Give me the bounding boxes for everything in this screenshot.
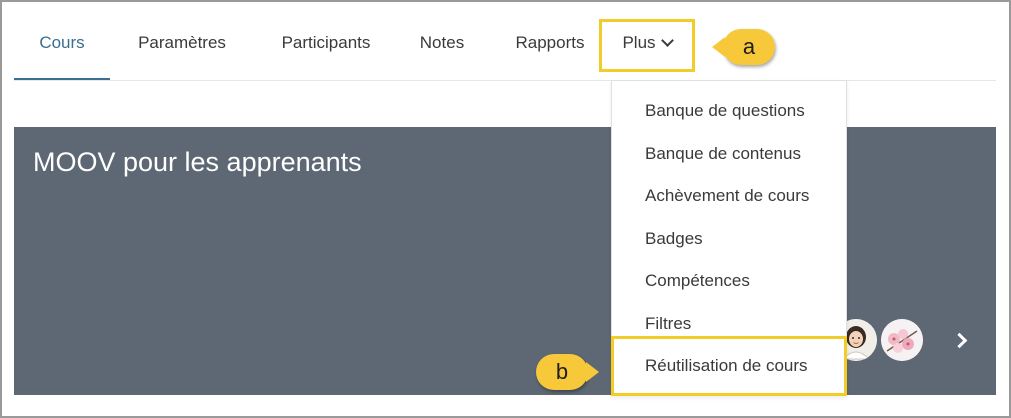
- callout-a: a: [712, 29, 775, 65]
- tab-plus-label: Plus: [622, 33, 656, 52]
- callout-b: b: [536, 354, 599, 390]
- plus-dropdown-menu: Banque de questions Banque de contenus A…: [611, 80, 847, 396]
- menu-item-badges[interactable]: Badges: [645, 228, 703, 250]
- chevron-down-icon: [660, 34, 674, 47]
- avatar[interactable]: [881, 319, 923, 361]
- screenshot-frame: Cours Paramètres Participants Notes Rapp…: [0, 0, 1011, 418]
- tab-notes[interactable]: Notes: [412, 22, 472, 80]
- chevron-right-icon[interactable]: [951, 330, 971, 350]
- menu-item-reutilisation-de-cours[interactable]: Réutilisation de cours: [645, 355, 808, 377]
- menu-item-achevement-de-cours[interactable]: Achèvement de cours: [645, 185, 809, 207]
- tab-participants[interactable]: Participants: [268, 22, 384, 80]
- tab-cours[interactable]: Cours: [14, 22, 110, 80]
- tab-rapports[interactable]: Rapports: [506, 22, 594, 80]
- avatar-blossom-icon: [881, 319, 923, 361]
- tab-parametres[interactable]: Paramètres: [126, 22, 238, 80]
- course-header-banner: MOOV pour les apprenants: [14, 127, 996, 395]
- course-title: MOOV pour les apprenants: [33, 147, 362, 177]
- menu-item-competences[interactable]: Compétences: [645, 270, 750, 292]
- course-secondary-nav: Cours Paramètres Participants Notes Rapp…: [14, 22, 996, 81]
- menu-item-banque-de-contenus[interactable]: Banque de contenus: [645, 143, 801, 165]
- menu-item-banque-de-questions[interactable]: Banque de questions: [645, 100, 805, 122]
- menu-item-filtres[interactable]: Filtres: [645, 313, 691, 335]
- tab-plus[interactable]: Plus: [614, 22, 680, 80]
